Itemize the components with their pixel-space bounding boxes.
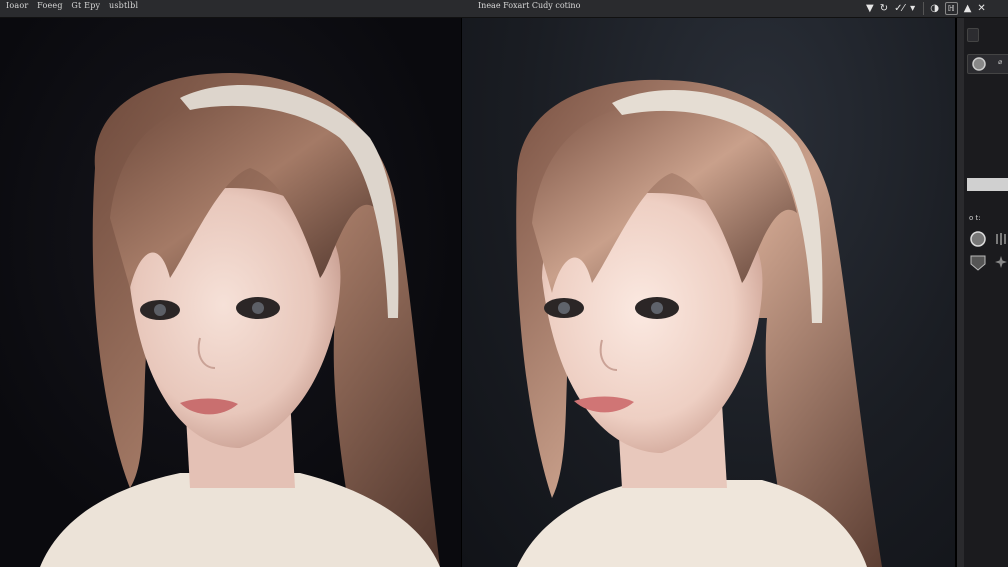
- lens-side-glyph: ⌀: [998, 58, 1003, 66]
- close-icon[interactable]: ✕: [977, 2, 985, 16]
- portrait-before-image: [40, 73, 440, 567]
- split-view-icon[interactable]: [995, 232, 1007, 246]
- rotate-icon[interactable]: ↻: [880, 2, 888, 16]
- adjust-icon[interactable]: ✓⁄: [894, 2, 904, 16]
- contrast-icon[interactable]: ◑: [930, 2, 939, 16]
- sparkle-icon[interactable]: [995, 256, 1007, 268]
- chevron-down-icon[interactable]: ▾: [910, 2, 915, 16]
- section-label: o t:: [969, 214, 981, 222]
- toolbar-divider: [923, 2, 925, 15]
- filter-icon[interactable]: ▼: [866, 2, 874, 16]
- window-title: Ineae Foxart Cudy cotino: [478, 1, 581, 10]
- menu-item-4[interactable]: usbtlbl: [109, 1, 138, 10]
- aperture-icon[interactable]: [969, 230, 987, 248]
- portrait-after-image: [516, 79, 882, 567]
- panel-handle[interactable]: [957, 18, 964, 567]
- menu-bar: Ioaor Foeeg Gt Epy usbtlbl: [6, 1, 144, 10]
- canvas-after[interactable]: [462, 18, 955, 567]
- title-bar: Ioaor Foeeg Gt Epy usbtlbl Ineae Foxart …: [0, 0, 1008, 18]
- histogram-icon[interactable]: ℍ: [944, 2, 958, 15]
- shield-icon[interactable]: [969, 254, 987, 272]
- tools-panel: ⌀ o t:: [955, 18, 1008, 567]
- menu-item-3[interactable]: Gt Epy: [71, 1, 100, 10]
- triangle-icon[interactable]: ▲: [964, 2, 972, 16]
- lens-icon: [972, 57, 986, 71]
- menu-item-2[interactable]: Foeeg: [37, 1, 63, 10]
- slider-track[interactable]: [967, 178, 1008, 191]
- canvas-before[interactable]: [0, 18, 461, 567]
- panel-toggle-button[interactable]: [967, 28, 979, 42]
- menu-item-1[interactable]: Ioaor: [6, 1, 28, 10]
- lens-tool-button[interactable]: ⌀: [967, 54, 1008, 74]
- toolbar: ▼ ↻ ✓⁄ ▾ ◑ ℍ ▲ ✕: [866, 1, 992, 16]
